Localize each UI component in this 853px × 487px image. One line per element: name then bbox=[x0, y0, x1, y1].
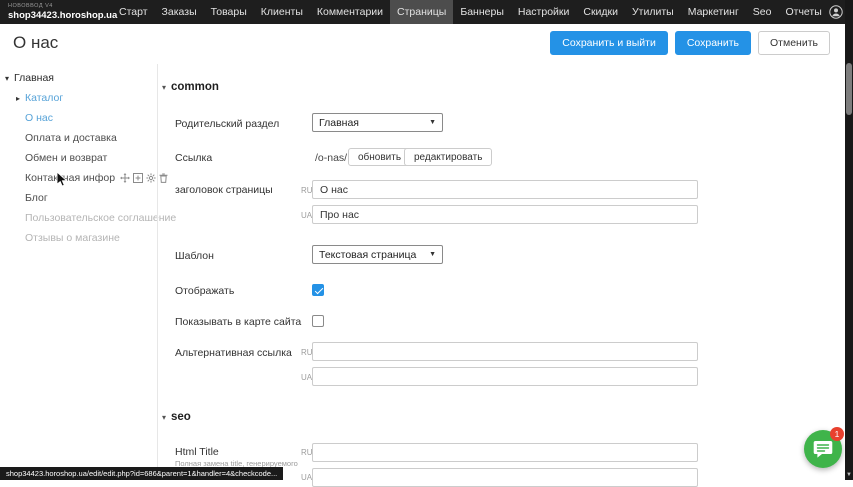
menu-item-orders[interactable]: Заказы bbox=[155, 0, 204, 24]
template-value: Текстовая страница bbox=[319, 249, 416, 261]
chat-widget-button[interactable]: 1 bbox=[804, 430, 842, 468]
cancel-button[interactable]: Отменить bbox=[758, 31, 830, 55]
parent-section-value: Главная bbox=[319, 117, 359, 129]
gear-icon[interactable] bbox=[146, 173, 156, 183]
menu-item-seo[interactable]: Seo bbox=[746, 0, 779, 24]
tree-item-label: Пользовательское соглашение bbox=[25, 212, 176, 224]
chevron-right-icon[interactable]: ▸ bbox=[16, 94, 25, 103]
tree-item-payment-delivery[interactable]: Оплата и доставка bbox=[0, 128, 157, 148]
tree-item-label: Отзывы о магазине bbox=[25, 232, 120, 244]
template-label: Шаблон bbox=[175, 250, 214, 262]
logo-version: НОВОВВОД V4 bbox=[8, 4, 100, 10]
page-title-ru-input[interactable] bbox=[312, 180, 698, 199]
tree-item-label: Каталог bbox=[25, 92, 63, 104]
html-title-ua-input[interactable] bbox=[312, 468, 698, 487]
sitemap-label: Показывать в карте сайта bbox=[175, 316, 301, 328]
link-update-button[interactable]: обновить bbox=[348, 148, 411, 166]
header-buttons: Сохранить и выйти Сохранить Отменить bbox=[550, 31, 845, 55]
chevron-down-icon: ▼ bbox=[429, 251, 436, 258]
menu-item-marketing[interactable]: Маркетинг bbox=[681, 0, 746, 24]
move-icon[interactable] bbox=[120, 173, 130, 183]
menu-item-utilities[interactable]: Утилиты bbox=[625, 0, 681, 24]
page-title-label: заголовок страницы bbox=[175, 184, 273, 196]
menu-item-clients[interactable]: Клиенты bbox=[254, 0, 310, 24]
section-common[interactable]: ▾ common bbox=[162, 81, 219, 93]
alt-link-ua-input[interactable] bbox=[312, 367, 698, 386]
html-title-label: Html Title bbox=[175, 446, 219, 458]
menu-item-discounts[interactable]: Скидки bbox=[576, 0, 625, 24]
tree-item-about-selected[interactable]: О нас bbox=[0, 108, 157, 128]
menu-item-start[interactable]: Старт bbox=[112, 0, 155, 24]
tree-item-label: О нас bbox=[25, 112, 53, 124]
section-common-title: common bbox=[171, 81, 219, 93]
alt-link-label: Альтернативная ссылка bbox=[175, 347, 292, 359]
sitemap-checkbox[interactable] bbox=[312, 315, 324, 327]
display-label: Отображать bbox=[175, 285, 234, 297]
chevron-down-icon: ▾ bbox=[162, 413, 166, 422]
page-title: О нас bbox=[13, 33, 58, 53]
menu-item-banners[interactable]: Баннеры bbox=[453, 0, 511, 24]
save-and-exit-button[interactable]: Сохранить и выйти bbox=[550, 31, 668, 55]
tree-item-label: Контактная инфор bbox=[25, 172, 115, 184]
page-edit-form: ▾ common Родительский раздел Главная ▼ С… bbox=[158, 62, 845, 480]
parent-section-label: Родительский раздел bbox=[175, 118, 279, 130]
tree-item-exchange-return[interactable]: Обмен и возврат bbox=[0, 148, 157, 168]
menu-item-reports[interactable]: Отчеты bbox=[778, 0, 828, 24]
link-label: Ссылка bbox=[175, 152, 212, 164]
link-value: /o-nas/ bbox=[315, 152, 347, 164]
logo-domain: shop34423.horoshop.ua bbox=[8, 11, 100, 21]
tree-item-home[interactable]: ▾ Главная bbox=[0, 68, 157, 88]
link-edit-button[interactable]: редактировать bbox=[404, 148, 492, 166]
main-menu: Старт Заказы Товары Клиенты Комментарии … bbox=[112, 0, 829, 24]
tree-item-label: Оплата и доставка bbox=[25, 132, 117, 144]
tree-item-label: Обмен и возврат bbox=[25, 152, 107, 164]
section-seo-title: seo bbox=[171, 411, 191, 423]
add-page-icon[interactable] bbox=[133, 173, 143, 183]
menu-item-pages[interactable]: Страницы bbox=[390, 0, 453, 24]
tree-item-contact-info[interactable]: Контактная инфор bbox=[0, 168, 157, 188]
page-header: О нас Сохранить и выйти Сохранить Отмени… bbox=[0, 24, 845, 62]
section-seo[interactable]: ▾ seo bbox=[162, 411, 191, 423]
account-icon[interactable] bbox=[829, 5, 843, 19]
tree-item-label: Главная bbox=[14, 72, 54, 84]
menu-item-products[interactable]: Товары bbox=[204, 0, 254, 24]
tree-item-blog[interactable]: Блог bbox=[0, 188, 157, 208]
logo[interactable]: НОВОВВОД V4 shop34423.horoshop.ua bbox=[0, 4, 112, 21]
chevron-down-icon: ▾ bbox=[162, 83, 166, 92]
tree-item-store-reviews[interactable]: Отзывы о магазине bbox=[0, 228, 157, 248]
template-select[interactable]: Текстовая страница ▼ bbox=[312, 245, 443, 264]
html-title-ru-input[interactable] bbox=[312, 443, 698, 462]
save-button[interactable]: Сохранить bbox=[675, 31, 751, 55]
page-title-ua-input[interactable] bbox=[312, 205, 698, 224]
vertical-scrollbar[interactable]: ▼ bbox=[845, 0, 853, 480]
tree-item-label: Блог bbox=[25, 192, 48, 204]
chat-bubble-icon bbox=[813, 440, 833, 459]
tree-item-catalog[interactable]: ▸ Каталог bbox=[0, 88, 157, 108]
pages-tree-sidebar: ▾ Главная ▸ Каталог О нас Оплата и доста… bbox=[0, 64, 157, 480]
menu-item-settings[interactable]: Настройки bbox=[511, 0, 577, 24]
tree-item-user-agreement[interactable]: Пользовательское соглашение bbox=[0, 208, 157, 228]
menu-item-comments[interactable]: Комментарии bbox=[310, 0, 390, 24]
scrollbar-thumb[interactable] bbox=[846, 63, 852, 115]
scroll-down-arrow-icon[interactable]: ▼ bbox=[845, 472, 853, 478]
alt-link-ru-input[interactable] bbox=[312, 342, 698, 361]
chevron-down-icon: ▼ bbox=[429, 119, 436, 126]
display-checkbox[interactable] bbox=[312, 284, 324, 296]
topbar: НОВОВВОД V4 shop34423.horoshop.ua Старт … bbox=[0, 0, 853, 24]
status-bar-url: shop34423.horoshop.ua/edit/edit.php?id=6… bbox=[0, 467, 283, 480]
chat-unread-badge: 1 bbox=[830, 427, 844, 441]
parent-section-select[interactable]: Главная ▼ bbox=[312, 113, 443, 132]
chevron-down-icon[interactable]: ▾ bbox=[5, 74, 14, 83]
